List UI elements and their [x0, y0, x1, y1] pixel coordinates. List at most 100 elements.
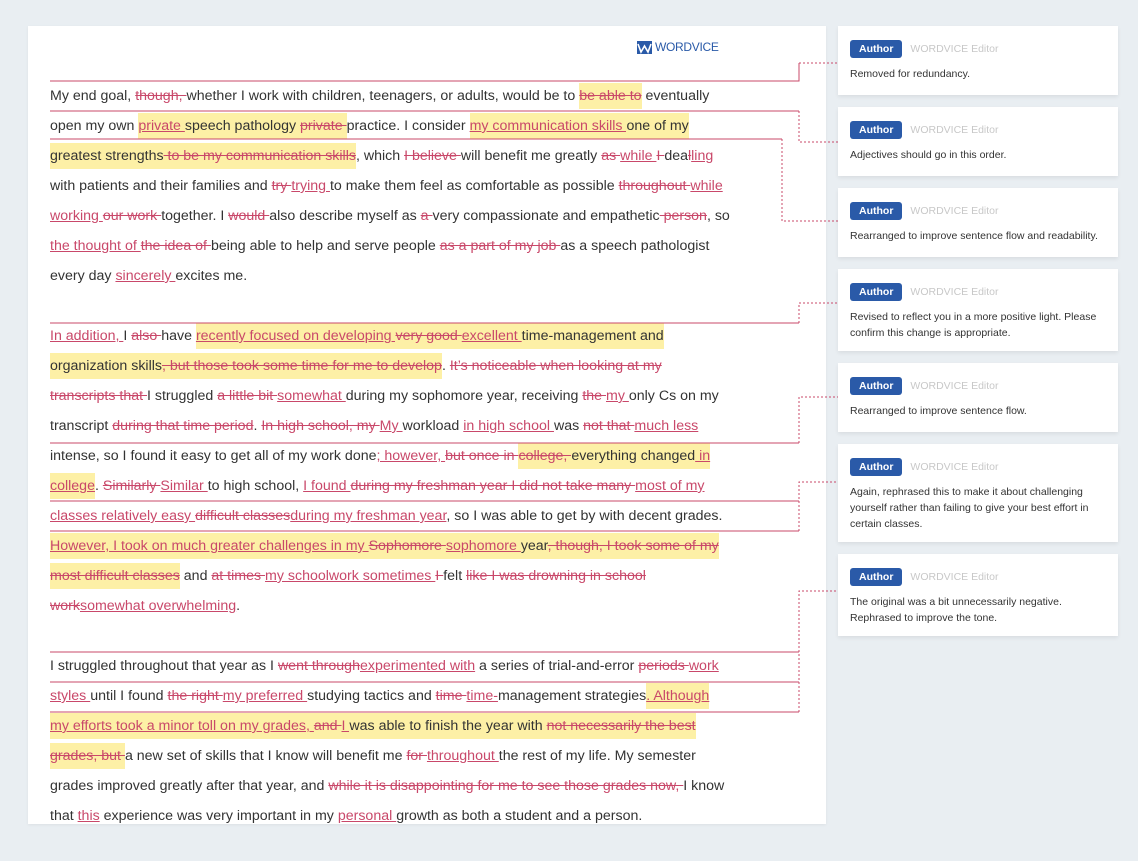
- inserted-text[interactable]: my: [606, 388, 629, 404]
- inserted-text[interactable]: sophomore: [445, 533, 521, 559]
- deleted-text[interactable]: during that time period: [112, 418, 253, 434]
- original-text: was able to finish the year with: [349, 713, 547, 739]
- inserted-text[interactable]: during my freshman year: [290, 508, 446, 524]
- inserted-text[interactable]: I found: [303, 478, 350, 494]
- deleted-text[interactable]: as: [601, 148, 620, 164]
- deleted-text[interactable]: throughout: [619, 178, 691, 194]
- author-badge[interactable]: Author: [850, 458, 903, 476]
- author-badge[interactable]: Author: [850, 377, 903, 395]
- original-text: also describe myself as: [269, 208, 421, 224]
- original-text: .: [94, 478, 103, 494]
- comment-text: Again, rephrased this to make it about c…: [850, 486, 1089, 530]
- author-badge[interactable]: Author: [850, 40, 903, 58]
- deleted-text[interactable]: not that: [583, 418, 634, 434]
- inserted-text[interactable]: experimented with: [360, 658, 475, 674]
- deleted-text[interactable]: the right: [168, 688, 223, 704]
- deleted-text[interactable]: though,: [135, 88, 186, 104]
- deleted-text[interactable]: try: [272, 178, 292, 194]
- deleted-text[interactable]: college,: [518, 443, 572, 469]
- original-text: , so: [706, 208, 730, 224]
- deleted-text[interactable]: private: [300, 113, 347, 139]
- deleted-text[interactable]: while it is disappointing for me to see …: [328, 778, 683, 794]
- logo-text: WORDVICE: [655, 40, 719, 54]
- inserted-text[interactable]: while: [620, 148, 656, 164]
- inserted-text[interactable]: In addition,: [50, 328, 123, 344]
- editor-name: WORDVICE Editor: [910, 43, 999, 55]
- original-text: practice. I consider: [346, 118, 470, 134]
- deleted-text[interactable]: also: [131, 328, 161, 344]
- deleted-text[interactable]: to be my communication skills: [163, 143, 356, 169]
- deleted-text[interactable]: periods: [638, 658, 688, 674]
- inserted-text[interactable]: much less: [634, 418, 698, 434]
- inserted-text[interactable]: this: [78, 808, 100, 824]
- inserted-text[interactable]: my communication skills: [469, 113, 627, 139]
- inserted-text[interactable]: in high school: [463, 418, 554, 434]
- inserted-text[interactable]: somewhat overwhelming: [80, 598, 236, 614]
- deleted-text[interactable]: for: [406, 748, 427, 764]
- inserted-text[interactable]: throughout: [427, 748, 499, 764]
- deleted-text[interactable]: time: [436, 688, 467, 704]
- comment-text: Rearranged to improve sentence flow and …: [850, 230, 1098, 242]
- deleted-text[interactable]: a little bit: [217, 388, 277, 404]
- deleted-text[interactable]: , but those took some time for me to dev…: [161, 353, 442, 379]
- comment-card[interactable]: Author WORDVICE Editor Removed for redun…: [838, 26, 1118, 95]
- original-text: everything changed: [571, 443, 696, 469]
- inserted-text[interactable]: My: [380, 418, 403, 434]
- deleted-text[interactable]: Sophomore: [368, 533, 446, 559]
- comment-text: Removed for redundancy.: [850, 68, 971, 80]
- original-text: being able to help and serve people: [210, 238, 440, 254]
- inserted-text[interactable]: recently focused on developing: [195, 323, 396, 349]
- inserted-text[interactable]: Similar: [160, 478, 207, 494]
- original-text: .: [236, 598, 241, 614]
- deleted-text[interactable]: during my freshman year I did not take m…: [350, 478, 635, 494]
- inserted-text[interactable]: the thought of: [50, 238, 141, 254]
- deleted-text[interactable]: as a part of my job: [440, 238, 561, 254]
- author-badge[interactable]: Author: [850, 202, 903, 220]
- inserted-text[interactable]: somewhat: [277, 388, 346, 404]
- comment-card[interactable]: Author WORDVICE Editor Rearranged to imp…: [838, 188, 1118, 257]
- deleted-text[interactable]: the: [582, 388, 606, 404]
- deleted-text[interactable]: would: [228, 208, 269, 224]
- deleted-text[interactable]: our work: [103, 208, 161, 224]
- inserted-text[interactable]: sincerely: [115, 268, 175, 284]
- deleted-text[interactable]: went through: [278, 658, 360, 674]
- comment-text: Rearranged to improve sentence flow.: [850, 405, 1027, 417]
- deleted-text[interactable]: the idea of: [141, 238, 211, 254]
- author-badge[interactable]: Author: [850, 121, 903, 139]
- deleted-text[interactable]: at times: [211, 568, 265, 584]
- comment-card[interactable]: Author WORDVICE Editor The original was …: [838, 554, 1118, 636]
- original-text: to make them feel as comfortable as poss…: [329, 178, 619, 194]
- inserted-text[interactable]: However, I took on much greater challeng…: [50, 533, 369, 559]
- deleted-text[interactable]: be able to: [579, 83, 642, 109]
- inserted-text[interactable]: ; however,: [377, 448, 446, 464]
- comment-card[interactable]: Author WORDVICE Editor Again, rephrased …: [838, 444, 1118, 542]
- inserted-text[interactable]: personal: [338, 808, 396, 824]
- original-text: a series of trial-and-error: [475, 658, 639, 674]
- deleted-text[interactable]: a: [421, 208, 433, 224]
- inserted-text[interactable]: private: [138, 113, 185, 139]
- inserted-text[interactable]: excellent: [461, 323, 522, 349]
- author-badge[interactable]: Author: [850, 283, 903, 301]
- deleted-text[interactable]: difficult classes: [195, 508, 290, 524]
- inserted-text[interactable]: time-: [466, 688, 498, 704]
- inserted-text[interactable]: my preferred: [223, 688, 307, 704]
- original-text: .: [441, 358, 450, 374]
- deleted-text[interactable]: I believe: [404, 148, 461, 164]
- inserted-text[interactable]: my schoolwork sometimes: [265, 568, 435, 584]
- deleted-text[interactable]: very good: [395, 323, 462, 349]
- deleted-text[interactable]: but once in: [445, 448, 518, 464]
- deleted-text[interactable]: In high school, my: [261, 418, 379, 434]
- author-badge[interactable]: Author: [850, 568, 903, 586]
- comment-card[interactable]: Author WORDVICE Editor Adjectives should…: [838, 107, 1118, 176]
- comment-card[interactable]: Author WORDVICE Editor Revised to reflec…: [838, 269, 1118, 351]
- original-text: I struggled: [147, 388, 218, 404]
- inserted-text[interactable]: trying: [291, 178, 330, 194]
- deleted-text[interactable]: and: [313, 713, 342, 739]
- comment-card[interactable]: Author WORDVICE Editor Rearranged to imp…: [838, 363, 1118, 432]
- inserted-text[interactable]: ling: [691, 148, 713, 164]
- original-text: dea: [664, 148, 688, 164]
- original-text: whether I work with children, teenagers,…: [186, 88, 580, 104]
- original-text: have: [161, 328, 196, 344]
- deleted-text[interactable]: person: [660, 208, 707, 224]
- deleted-text[interactable]: Similarly: [103, 478, 161, 494]
